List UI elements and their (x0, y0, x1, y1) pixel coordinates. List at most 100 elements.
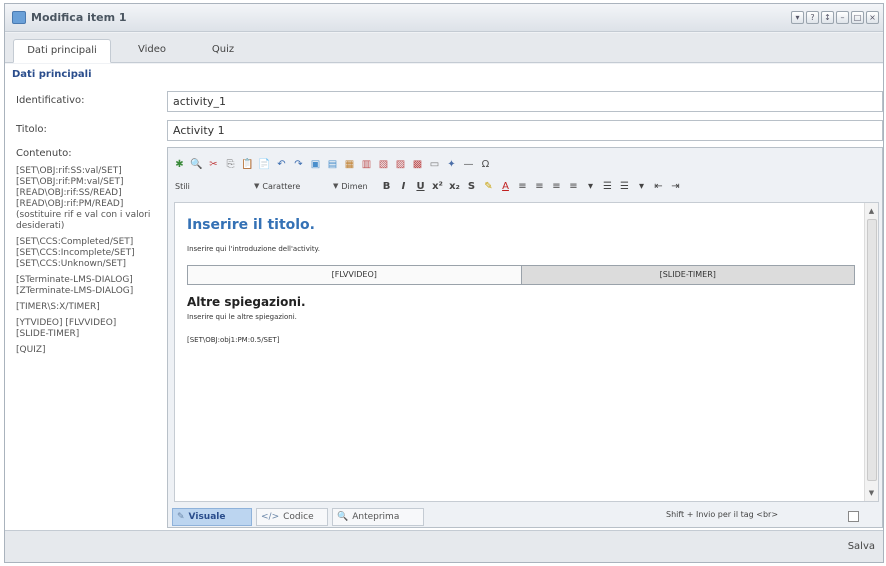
help-icon[interactable]: ? (806, 11, 819, 24)
preview-icon: 🔍 (337, 512, 349, 522)
titolo-input[interactable]: Activity 1 (167, 120, 883, 141)
table-icon[interactable]: ▦ (342, 157, 357, 172)
paste-icon[interactable]: 📋 (240, 157, 255, 172)
align-right-button[interactable]: ≡ (549, 179, 564, 194)
cut-icon[interactable]: ✂ (206, 157, 221, 172)
format-buttons: B I Ux² x₂ S ✎ A ≡ ≡ ≡ ≡ ▾ ☰ ☰ ▾ ⇤ ⇥ (379, 179, 683, 194)
tab-quiz[interactable]: Quiz (201, 39, 245, 63)
size-label: Dimen (341, 181, 368, 191)
font-label: Carattere (262, 181, 301, 191)
align-center-button[interactable]: ≡ (532, 179, 547, 194)
find-icon[interactable]: 🔍 (189, 157, 204, 172)
minimize-icon[interactable]: – (836, 11, 849, 24)
list-dropdown-icon[interactable]: ▾ (583, 179, 598, 194)
table-delete-icon[interactable]: ▩ (410, 157, 425, 172)
chevron-down-icon: ▼ (333, 182, 339, 190)
align-justify-button[interactable]: ≡ (566, 179, 581, 194)
editor-toolbar-1: ✱ 🔍 ✂ ⎘ 📋 📄 ↶ ↷ ▣ ▤ ▦ ▥ ▧ ▨ ▩ ▭ ✦ — Ω (172, 154, 493, 174)
styles-select[interactable]: Stili (172, 178, 248, 195)
tab-anteprima-label: Anteprima (352, 512, 400, 522)
main-panel: Dati principali Identificativo: activity… (5, 64, 883, 531)
window-icon (12, 11, 26, 24)
content-subheading[interactable]: Altre spiegazioni. (187, 295, 306, 309)
text-color-button[interactable]: A (498, 179, 513, 194)
redo-icon[interactable]: ↷ (291, 157, 306, 172)
bold-button[interactable]: B (379, 179, 394, 194)
image-icon[interactable]: ▣ (308, 157, 323, 172)
line-icon[interactable]: — (461, 157, 476, 172)
pencil-icon: ✎ (177, 512, 185, 522)
hint-obj: [SET\OBJ:rif:SS:val/SET] [SET\OBJ:rif:PM… (16, 166, 151, 231)
table-row-icon[interactable]: ▥ (359, 157, 374, 172)
window-controls: ▾ ? ↕ – □ × (791, 11, 879, 24)
table-merge-icon[interactable]: ▨ (393, 157, 408, 172)
tab-strip: Dati principali Video Quiz (5, 33, 883, 63)
special-char-icon[interactable]: Ω (478, 157, 493, 172)
window-title: Modifica item 1 (31, 11, 127, 24)
code-icon: </> (261, 512, 280, 522)
fullscreen-toggle[interactable] (848, 511, 859, 522)
menu-icon[interactable]: ▾ (791, 11, 804, 24)
tab-visuale[interactable]: ✎ Visuale (172, 508, 252, 526)
resize-icon[interactable]: ↕ (821, 11, 834, 24)
italic-button[interactable]: I (396, 179, 411, 194)
table-col-icon[interactable]: ▧ (376, 157, 391, 172)
size-select[interactable]: ▼ Dimen (330, 178, 376, 195)
chevron-down-icon: ▼ (254, 182, 260, 190)
styles-label: Stili (175, 181, 190, 191)
editor-mode-bar: ✎ Visuale </> Codice 🔍 Anteprima Shift + In… (172, 508, 878, 527)
save-button[interactable]: Salva (848, 541, 875, 552)
underline-button[interactable]: U (413, 179, 428, 194)
content-table[interactable]: [FLVVIDEO] [SLIDE-TIMER] (187, 265, 855, 285)
subscript-button[interactable]: x₂ (447, 179, 462, 194)
scroll-up-icon[interactable]: ▲ (865, 205, 878, 217)
flash-icon[interactable]: ✱ (172, 157, 187, 172)
section-title: Dati principali (12, 69, 92, 80)
content-set-code[interactable]: [SET\OBJ:obj1:PM:0.5/SET] (187, 336, 279, 344)
title-bar[interactable]: Modifica item 1 ▾ ? ↕ – □ × (5, 4, 883, 32)
font-select[interactable]: ▼ Carattere (251, 178, 327, 195)
tab-anteprima[interactable]: 🔍 Anteprima (332, 508, 424, 526)
list-dropdown-icon[interactable]: ▾ (634, 179, 649, 194)
superscript-button[interactable]: x² (430, 179, 445, 194)
copy-icon[interactable]: ⎘ (223, 157, 238, 172)
paste-text-icon[interactable]: 📄 (257, 157, 272, 172)
scroll-down-icon[interactable]: ▼ (865, 487, 878, 499)
content-intro[interactable]: Inserire qui l'introduzione dell'activit… (187, 245, 320, 253)
outdent-button[interactable]: ⇤ (651, 179, 666, 194)
editor-scrollbar[interactable]: ▲ ▼ (864, 203, 878, 501)
indent-button[interactable]: ⇥ (668, 179, 683, 194)
anchor-icon[interactable]: ✦ (444, 157, 459, 172)
identificativo-label: Identificativo: (16, 95, 85, 106)
footer-bar: Salva (5, 530, 883, 562)
content-heading[interactable]: Inserire il titolo. (187, 217, 315, 233)
undo-icon[interactable]: ↶ (274, 157, 289, 172)
media-icon[interactable]: ▤ (325, 157, 340, 172)
placeholder-hints: [SET\OBJ:rif:SS:val/SET] [SET\OBJ:rif:PM… (16, 166, 164, 361)
tab-dati-principali[interactable]: Dati principali (13, 39, 111, 63)
numbered-list-button[interactable]: ☰ (617, 179, 632, 194)
tab-visuale-label: Visuale (188, 512, 226, 522)
maximize-icon[interactable]: □ (851, 11, 864, 24)
highlight-button[interactable]: ✎ (481, 179, 496, 194)
editor-toolbar-2: Stili ▼ Carattere ▼ Dimen B I Ux² x₂ S ✎ A ≡ ≡ ≡ ≡ ▾ ☰… (172, 176, 683, 196)
hint-terminate: [STerminate-LMS-DIALOG] [ZTerminate-LMS-… (16, 275, 134, 296)
identificativo-input[interactable]: activity_1 (167, 91, 883, 112)
close-icon[interactable]: × (866, 11, 879, 24)
bullet-list-button[interactable]: ☰ (600, 179, 615, 194)
table-cell-flvvideo[interactable]: [FLVVIDEO] (188, 266, 522, 284)
strikethrough-button[interactable]: S (464, 179, 479, 194)
modal-window: Modifica item 1 ▾ ? ↕ – □ × Dati princip… (4, 3, 884, 563)
shift-enter-hint: Shift + Invio per il tag <br> (666, 510, 779, 519)
editor-content-area[interactable]: Inserire il titolo. Inserire qui l'intro… (174, 202, 879, 502)
scrollbar-thumb[interactable] (867, 219, 877, 481)
hint-timer: [TIMER\S:X/TIMER] (16, 302, 100, 312)
hr-icon[interactable]: ▭ (427, 157, 442, 172)
hint-quiz: [QUIZ] (16, 345, 46, 355)
tab-video[interactable]: Video (127, 39, 177, 63)
contenuto-label: Contenuto: (16, 148, 72, 159)
table-cell-slide-timer[interactable]: [SLIDE-TIMER] (521, 266, 854, 284)
tab-codice[interactable]: </> Codice (256, 508, 328, 526)
content-text[interactable]: Inserire qui le altre spiegazioni. (187, 313, 297, 321)
align-left-button[interactable]: ≡ (515, 179, 530, 194)
